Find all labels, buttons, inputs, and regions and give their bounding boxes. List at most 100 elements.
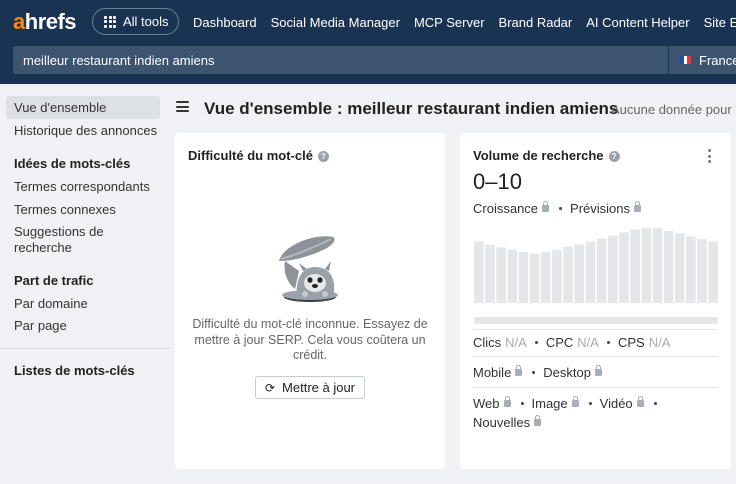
search-volume-title: Volume de recherche? — [473, 148, 620, 163]
sidebar-heading-traffic-share: Part de trafic — [14, 273, 94, 288]
lock-icon — [595, 365, 602, 376]
trend-bar — [686, 236, 696, 303]
trend-bar — [552, 249, 562, 303]
sidebar-item-by-domain[interactable]: Par domaine — [14, 296, 88, 311]
search-volume-card: Volume de recherche? 0–10 Croissance Pré… — [460, 133, 731, 469]
keyword-search-input[interactable] — [13, 46, 668, 74]
trend-bar — [485, 244, 495, 303]
trend-bar — [697, 239, 707, 303]
nav-link-dashboard[interactable]: Dashboard — [193, 15, 257, 30]
trend-bar — [619, 232, 629, 303]
keyword-difficulty-card: Difficulté du mot-clé? Difficulté du mot… — [175, 133, 445, 469]
lock-icon — [634, 201, 641, 212]
trend-bar — [652, 228, 663, 303]
keyword-difficulty-message: Difficulté du mot-clé inconnue. Essayez … — [192, 317, 428, 362]
video-label: Vidéo — [599, 396, 633, 411]
sidebar-item-overview[interactable]: Vue d'ensemble — [14, 100, 106, 115]
news-label: Nouvelles — [473, 415, 531, 430]
serp-type-row: Web Image Vidéo — [473, 396, 665, 411]
trend-bar — [708, 241, 718, 303]
country-label: France — [699, 52, 736, 68]
mobile-label: Mobile — [473, 365, 512, 380]
trend-bar — [663, 231, 674, 303]
cps-value: N/A — [648, 335, 671, 350]
nav-link-ai-content-helper[interactable]: AI Content Helper — [586, 15, 689, 30]
clicks-value: N/A — [505, 335, 527, 350]
sidebar-item-search-suggestions-line2: recherche — [14, 240, 72, 255]
help-icon[interactable]: ? — [317, 151, 329, 162]
cps-label: CPS — [617, 335, 645, 350]
trend-bar — [563, 246, 573, 303]
refresh-icon: ⟳ — [264, 380, 276, 395]
news-row: Nouvelles — [473, 415, 543, 430]
lock-icon — [542, 201, 550, 212]
more-options-icon[interactable] — [708, 149, 712, 163]
sidebar-item-ads-history[interactable]: Historique des annonces — [14, 123, 157, 138]
growth-label: Croissance — [473, 201, 539, 216]
separator-dot — [588, 402, 592, 405]
top-navigation: ahrefs All tools Dashboard Social Media … — [0, 0, 736, 44]
update-serp-button[interactable]: ⟳ Mettre à jour — [255, 376, 365, 399]
clicks-cpc-cps-row: Clics N/A CPC N/A CPS N/A — [473, 335, 670, 350]
page-title: Vue d'ensemble : meilleur restaurant ind… — [204, 99, 619, 118]
lock-icon — [503, 396, 511, 407]
device-row: Mobile Desktop — [473, 365, 604, 380]
divider — [473, 329, 718, 330]
trend-bar — [674, 233, 685, 303]
ahrefs-logo[interactable]: ahrefs — [13, 9, 77, 35]
forecast-label: Prévisions — [570, 201, 630, 216]
separator-dot — [606, 341, 610, 344]
trend-bar — [630, 229, 640, 303]
trend-bar — [529, 253, 540, 303]
help-icon[interactable]: ? — [608, 151, 620, 162]
nav-link-social-media-manager[interactable]: Social Media Manager — [271, 15, 400, 30]
sidebar: Vue d'ensemble Historique des annonces I… — [0, 84, 170, 484]
trend-bar — [507, 249, 518, 303]
image-label: Image — [531, 396, 568, 411]
keyword-difficulty-title-text: Difficulté du mot-clé — [188, 148, 313, 163]
cpc-value: N/A — [577, 335, 599, 350]
divider — [473, 387, 718, 388]
trend-bar — [641, 228, 652, 303]
update-serp-label: Mettre à jour — [282, 380, 356, 395]
menu-icon[interactable] — [176, 101, 189, 112]
sidebar-item-related-terms[interactable]: Termes connexes — [14, 202, 116, 217]
trend-bar — [585, 241, 596, 303]
growth-forecast-row: Croissance Prévisions — [473, 201, 643, 216]
sidebar-item-search-suggestions[interactable]: Suggestions de recherche — [14, 224, 104, 256]
separator-dot — [520, 402, 524, 405]
sidebar-divider — [0, 348, 170, 349]
nav-link-brand-radar[interactable]: Brand Radar — [499, 15, 573, 30]
clicks-label: Clics — [473, 335, 502, 350]
cpc-label: CPC — [545, 335, 574, 350]
keyword-difficulty-title: Difficulté du mot-clé? — [188, 148, 329, 163]
trend-bar — [474, 241, 484, 303]
lock-icon — [571, 396, 579, 407]
country-select[interactable]: France — [669, 46, 736, 74]
lock-icon — [636, 396, 644, 407]
all-tools-button[interactable]: All tools — [92, 8, 179, 35]
volume-trend-chart — [474, 228, 718, 303]
sidebar-heading-keyword-ideas: Idées de mots-clés — [14, 156, 131, 171]
separator-dot — [534, 341, 538, 344]
separator-dot — [559, 207, 563, 210]
trend-bar — [540, 252, 551, 303]
separator-dot — [532, 371, 536, 374]
sidebar-item-by-page[interactable]: Par page — [14, 318, 67, 333]
search-bar: France — [0, 44, 736, 84]
trend-bar — [607, 235, 618, 303]
lock-icon — [515, 365, 523, 376]
search-volume-value: 0–10 — [473, 169, 522, 194]
separator-dot — [653, 402, 657, 405]
search-volume-title-text: Volume de recherche — [473, 148, 604, 163]
sidebar-item-keyword-lists[interactable]: Listes de mots-clés — [14, 363, 135, 378]
nav-link-mcp-server[interactable]: MCP Server — [414, 15, 485, 30]
desktop-label: Desktop — [543, 365, 591, 380]
grid-icon — [104, 15, 116, 28]
nav-link-site-explorer[interactable]: Site Expl — [704, 15, 736, 30]
sidebar-item-matching-terms[interactable]: Termes correspondants — [14, 179, 150, 194]
trend-bar — [574, 244, 585, 303]
sidebar-item-search-suggestions-line1: Suggestions de — [14, 224, 104, 239]
trend-bar — [596, 238, 607, 303]
web-label: Web — [473, 396, 500, 411]
